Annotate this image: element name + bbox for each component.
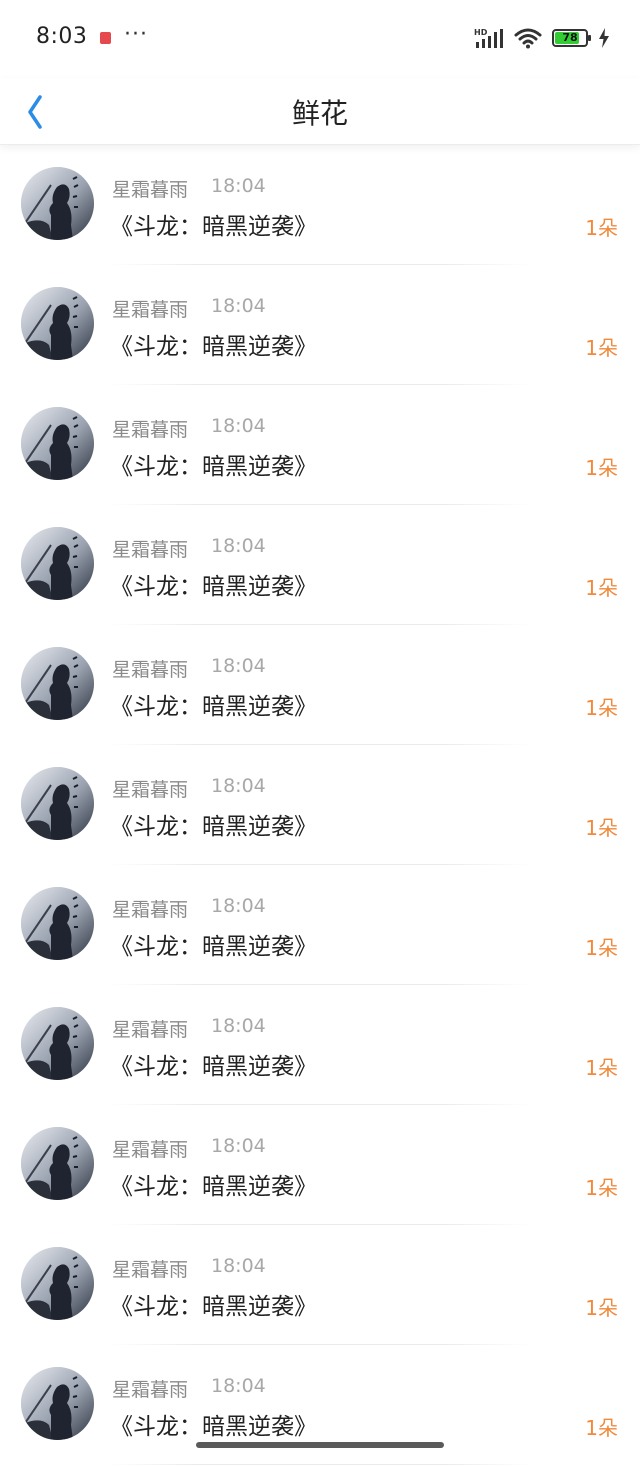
divider xyxy=(110,1104,530,1105)
avatar[interactable] xyxy=(21,767,94,840)
page-title: 鲜花 xyxy=(291,97,348,130)
wifi-icon xyxy=(514,28,542,49)
list-item[interactable]: 星霜暮雨 18:04 《斗龙：暗黑逆袭》 1朵 xyxy=(0,626,640,746)
divider xyxy=(110,384,530,385)
avatar[interactable] xyxy=(21,167,94,240)
list-item[interactable]: 星霜暮雨 18:04 《斗龙：暗黑逆袭》 1朵 xyxy=(0,386,640,506)
charging-icon xyxy=(599,28,609,48)
list-item[interactable]: 星霜暮雨 18:04 《斗龙：暗黑逆袭》 1朵 xyxy=(0,506,640,626)
item-time: 18:04 xyxy=(211,1135,266,1157)
flower-count: 1朵 xyxy=(585,336,618,360)
divider xyxy=(110,864,530,865)
divider xyxy=(110,1464,530,1465)
work-title[interactable]: 《斗龙：暗黑逆袭》 xyxy=(110,447,317,481)
divider xyxy=(110,1224,530,1225)
list-item[interactable]: 星霜暮雨 18:04 《斗龙：暗黑逆袭》 1朵 xyxy=(0,1346,640,1466)
nav-header: 鲜花 xyxy=(0,78,640,145)
item-time: 18:04 xyxy=(211,295,266,317)
user-name[interactable]: 星霜暮雨 xyxy=(112,415,188,442)
list-item[interactable]: 星霜暮雨 18:04 《斗龙：暗黑逆袭》 1朵 xyxy=(0,746,640,866)
flower-count: 1朵 xyxy=(585,456,618,480)
battery-level: 78 xyxy=(562,31,578,44)
work-title[interactable]: 《斗龙：暗黑逆袭》 xyxy=(110,927,317,961)
divider xyxy=(110,504,530,505)
signal-icon: HD xyxy=(474,28,503,48)
flower-count: 1朵 xyxy=(585,696,618,720)
work-title[interactable]: 《斗龙：暗黑逆袭》 xyxy=(110,807,317,841)
flower-count: 1朵 xyxy=(585,1056,618,1080)
work-title[interactable]: 《斗龙：暗黑逆袭》 xyxy=(110,1167,317,1201)
list-item[interactable]: 星霜暮雨 18:04 《斗龙：暗黑逆袭》 1朵 xyxy=(0,986,640,1106)
work-title[interactable]: 《斗龙：暗黑逆袭》 xyxy=(110,207,317,241)
status-icons: HD 78 xyxy=(474,25,610,51)
user-name[interactable]: 星霜暮雨 xyxy=(112,175,188,202)
user-name[interactable]: 星霜暮雨 xyxy=(112,535,188,562)
work-title[interactable]: 《斗龙：暗黑逆袭》 xyxy=(110,1407,317,1441)
status-bar: 8:03 ··· HD 78 xyxy=(0,0,640,78)
avatar[interactable] xyxy=(21,1127,94,1200)
item-time: 18:04 xyxy=(211,1255,266,1277)
work-title[interactable]: 《斗龙：暗黑逆袭》 xyxy=(110,1287,317,1321)
status-time: 8:03 xyxy=(36,24,88,49)
more-icon: ··· xyxy=(124,22,148,47)
avatar[interactable] xyxy=(21,1007,94,1080)
list-item[interactable]: 星霜暮雨 18:04 《斗龙：暗黑逆袭》 1朵 xyxy=(0,266,640,386)
flower-count: 1朵 xyxy=(585,816,618,840)
list-item[interactable]: 星霜暮雨 18:04 《斗龙：暗黑逆袭》 1朵 xyxy=(0,146,640,266)
user-name[interactable]: 星霜暮雨 xyxy=(112,295,188,322)
user-name[interactable]: 星霜暮雨 xyxy=(112,1015,188,1042)
item-time: 18:04 xyxy=(211,895,266,917)
item-time: 18:04 xyxy=(211,175,266,197)
avatar[interactable] xyxy=(21,887,94,960)
gift-list: 星霜暮雨 18:04 《斗龙：暗黑逆袭》 1朵 星霜暮雨 18:04 《斗龙：暗黑逆袭》 1朵… xyxy=(0,146,640,1466)
battery-icon: 78 xyxy=(552,29,591,47)
user-name[interactable]: 星霜暮雨 xyxy=(112,775,188,802)
divider xyxy=(110,984,530,985)
item-time: 18:04 xyxy=(211,1375,266,1397)
item-time: 18:04 xyxy=(211,535,266,557)
list-item[interactable]: 星霜暮雨 18:04 《斗龙：暗黑逆袭》 1朵 xyxy=(0,1226,640,1346)
avatar[interactable] xyxy=(21,1367,94,1440)
divider xyxy=(110,624,530,625)
item-time: 18:04 xyxy=(211,775,266,797)
work-title[interactable]: 《斗龙：暗黑逆袭》 xyxy=(110,1047,317,1081)
avatar[interactable] xyxy=(21,647,94,720)
item-time: 18:04 xyxy=(211,1015,266,1037)
list-item[interactable]: 星霜暮雨 18:04 《斗龙：暗黑逆袭》 1朵 xyxy=(0,866,640,986)
flower-count: 1朵 xyxy=(585,1176,618,1200)
flower-count: 1朵 xyxy=(585,1416,618,1440)
flower-count: 1朵 xyxy=(585,576,618,600)
divider xyxy=(110,744,530,745)
flower-count: 1朵 xyxy=(585,216,618,240)
avatar[interactable] xyxy=(21,527,94,600)
user-name[interactable]: 星霜暮雨 xyxy=(112,1255,188,1282)
divider xyxy=(110,264,530,265)
user-name[interactable]: 星霜暮雨 xyxy=(112,1375,188,1402)
user-name[interactable]: 星霜暮雨 xyxy=(112,655,188,682)
flower-count: 1朵 xyxy=(585,936,618,960)
flower-count: 1朵 xyxy=(585,1296,618,1320)
avatar[interactable] xyxy=(21,1247,94,1320)
notification-icon xyxy=(100,32,111,44)
work-title[interactable]: 《斗龙：暗黑逆袭》 xyxy=(110,327,317,361)
avatar[interactable] xyxy=(21,287,94,360)
avatar[interactable] xyxy=(21,407,94,480)
user-name[interactable]: 星霜暮雨 xyxy=(112,1135,188,1162)
list-item[interactable]: 星霜暮雨 18:04 《斗龙：暗黑逆袭》 1朵 xyxy=(0,1106,640,1226)
home-indicator[interactable] xyxy=(196,1442,444,1448)
user-name[interactable]: 星霜暮雨 xyxy=(112,895,188,922)
work-title[interactable]: 《斗龙：暗黑逆袭》 xyxy=(110,567,317,601)
item-time: 18:04 xyxy=(211,415,266,437)
divider xyxy=(110,1344,530,1345)
item-time: 18:04 xyxy=(211,655,266,677)
work-title[interactable]: 《斗龙：暗黑逆袭》 xyxy=(110,687,317,721)
network-label: HD xyxy=(474,28,488,37)
